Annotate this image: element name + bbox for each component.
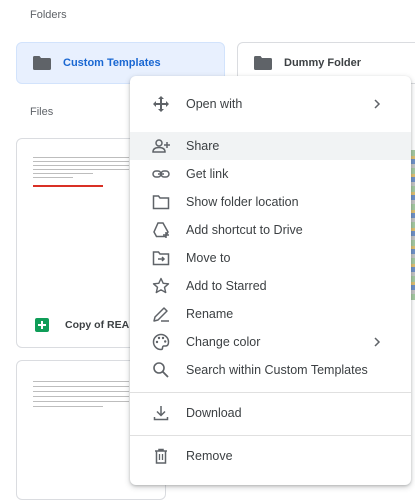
menu-item-share[interactable]: Share: [130, 132, 411, 160]
open-with-icon: [153, 96, 169, 112]
menu-item-label: Move to: [186, 251, 231, 265]
file-title: Copy of REA: [65, 319, 130, 331]
star-outline-icon: [152, 277, 170, 294]
file-thumbnail: [33, 381, 129, 407]
move-to-folder-icon: [152, 251, 170, 266]
google-sheets-icon: [35, 318, 49, 332]
menu-item-label: Change color: [186, 335, 261, 349]
folders-section-label: Folders: [30, 9, 67, 21]
trash-icon: [155, 448, 167, 464]
share-person-add-icon: [152, 139, 170, 153]
folder-icon: [254, 56, 272, 70]
menu-item-label: Open with: [186, 97, 243, 111]
context-menu: Open with Share Get link Show folder loc…: [130, 76, 411, 485]
folder-outline-icon: [152, 195, 170, 210]
menu-item-rename[interactable]: Rename: [130, 300, 411, 328]
folder-name: Custom Templates: [63, 57, 161, 69]
files-section-label: Files: [30, 106, 54, 118]
file-preview-edge: [411, 150, 415, 300]
menu-item-label: Share: [186, 139, 220, 153]
folder-name: Dummy Folder: [284, 57, 362, 69]
menu-item-add-to-starred[interactable]: Add to Starred: [130, 272, 411, 300]
menu-divider: [130, 392, 411, 393]
pencil-icon: [153, 307, 169, 322]
menu-item-label: Show folder location: [186, 195, 299, 209]
search-icon: [153, 362, 169, 378]
add-to-drive-icon: [153, 222, 169, 238]
menu-item-label: Search within Custom Templates: [186, 363, 368, 377]
menu-item-add-shortcut[interactable]: Add shortcut to Drive: [130, 216, 411, 244]
menu-item-label: Remove: [186, 449, 233, 463]
menu-item-move-to[interactable]: Move to: [130, 244, 411, 272]
menu-item-open-with[interactable]: Open with: [130, 90, 411, 118]
menu-item-get-link[interactable]: Get link: [130, 160, 411, 188]
chevron-right-icon: [374, 99, 381, 109]
menu-item-label: Get link: [186, 167, 229, 181]
file-thumbnail: [33, 157, 129, 187]
menu-item-label: Add to Starred: [186, 279, 267, 293]
menu-item-download[interactable]: Download: [130, 399, 411, 427]
menu-item-label: Add shortcut to Drive: [186, 223, 303, 237]
menu-item-remove[interactable]: Remove: [130, 442, 411, 470]
download-icon: [153, 406, 169, 421]
palette-icon: [152, 333, 170, 351]
menu-item-label: Rename: [186, 307, 234, 321]
folder-icon: [33, 56, 51, 70]
menu-item-label: Download: [186, 406, 242, 420]
menu-item-change-color[interactable]: Change color: [130, 328, 411, 356]
menu-divider: [130, 435, 411, 436]
link-icon: [152, 170, 170, 178]
chevron-right-icon: [374, 337, 381, 347]
menu-item-search-within[interactable]: Search within Custom Templates: [130, 356, 411, 384]
menu-item-show-folder-location[interactable]: Show folder location: [130, 188, 411, 216]
